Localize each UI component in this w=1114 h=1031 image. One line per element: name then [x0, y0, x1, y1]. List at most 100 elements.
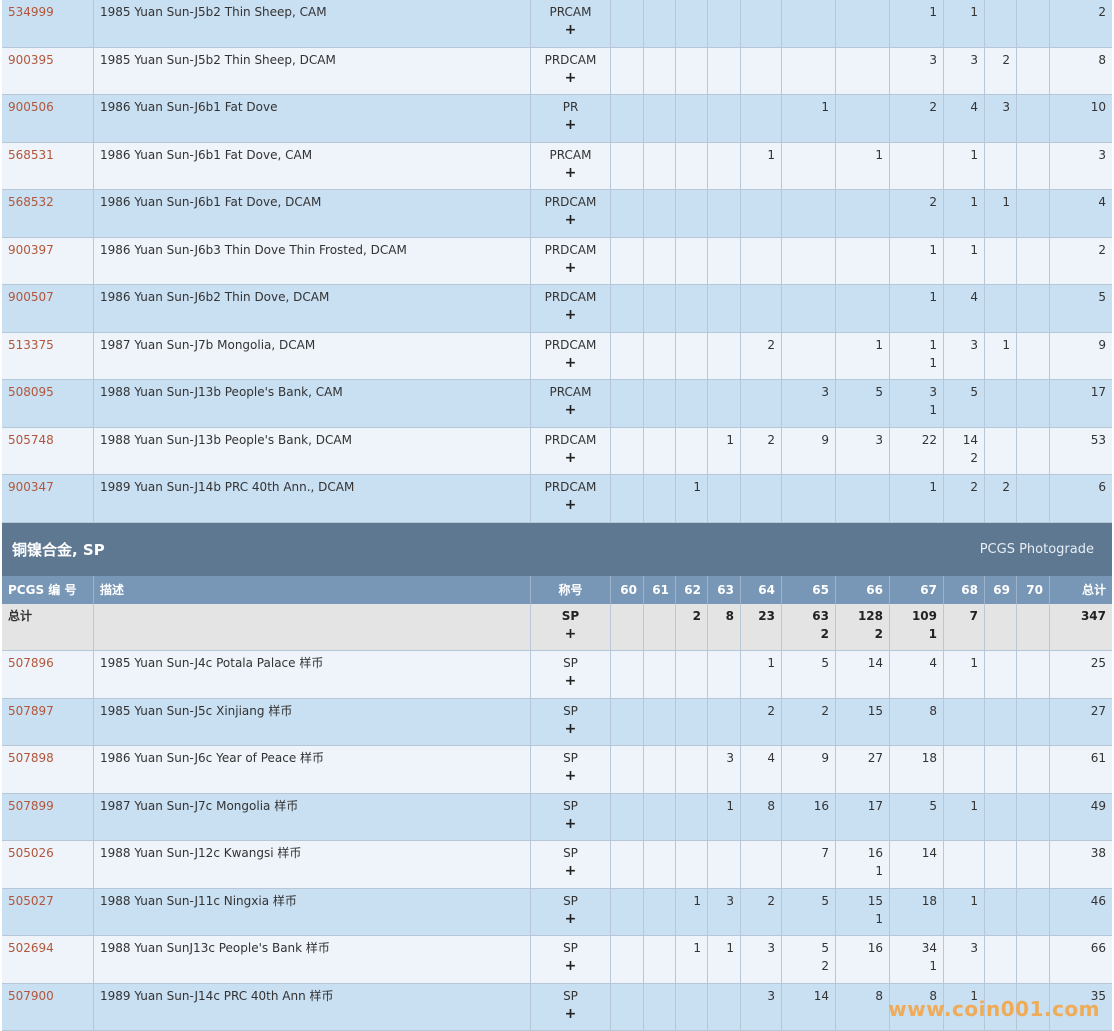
pcgs-number-link[interactable]: 507896	[2, 651, 94, 699]
grade-plus-count	[644, 451, 669, 465]
grade-plus-count	[1017, 817, 1043, 831]
grade-plus-count	[676, 722, 701, 736]
pcgs-number-link[interactable]: 900395	[2, 47, 94, 95]
pcgs-number-link[interactable]: 900347	[2, 475, 94, 523]
grade-plus-count	[836, 118, 883, 132]
designation-cell: SP +	[531, 698, 611, 746]
grade-plus-count	[708, 118, 734, 132]
expand-plus-icon[interactable]: +	[531, 498, 610, 512]
pcgs-number-link[interactable]: 568531	[2, 142, 94, 190]
photograde-link[interactable]: PCGS Photograde	[980, 542, 1094, 557]
grade-count	[644, 480, 669, 494]
expand-plus-icon[interactable]: +	[531, 71, 610, 85]
grade-plus-count	[741, 118, 775, 132]
grade-plus-count	[836, 23, 883, 37]
grade-cell-62	[676, 285, 708, 333]
pcgs-number-link[interactable]: 508095	[2, 380, 94, 428]
grade-plus-count	[611, 71, 637, 85]
expand-plus-icon[interactable]: +	[531, 118, 610, 132]
grade-plus-count	[741, 864, 775, 878]
grade-plus-count	[676, 451, 701, 465]
grade-count	[985, 704, 1010, 718]
grade-count: 3	[970, 52, 978, 67]
pcgs-number-link[interactable]: 505026	[2, 841, 94, 889]
grade-plus-count	[676, 864, 701, 878]
designation: SP	[563, 846, 578, 860]
expand-plus-icon[interactable]: +	[531, 722, 610, 736]
grade-plus-count	[611, 118, 637, 132]
grade-cell-62	[676, 0, 708, 48]
pcgs-number-link[interactable]: 513375	[2, 332, 94, 380]
expand-plus-icon[interactable]: +	[531, 23, 610, 37]
grade-cell-65	[782, 0, 836, 48]
pcgs-number-link[interactable]: 505027	[2, 888, 94, 936]
grade-count: 1	[693, 893, 701, 908]
expand-plus-icon[interactable]: +	[531, 674, 610, 688]
grade-count	[985, 846, 1010, 860]
pcgs-number-link[interactable]: 507900	[2, 983, 94, 1031]
grade-count: 1	[726, 941, 734, 955]
pcgs-number-link[interactable]: 900506	[2, 95, 94, 143]
grade-cell-62	[676, 698, 708, 746]
grade-count	[708, 480, 734, 494]
row-total: 25	[1050, 651, 1112, 699]
expand-plus-icon[interactable]: +	[531, 166, 610, 180]
expand-plus-icon[interactable]: +	[531, 1007, 610, 1021]
pcgs-number-link[interactable]: 507897	[2, 698, 94, 746]
pcgs-number-link[interactable]: 900507	[2, 285, 94, 333]
grade-plus-count	[708, 308, 734, 322]
grade-count: 4	[970, 100, 978, 114]
expand-plus-icon[interactable]: +	[531, 356, 610, 370]
pcgs-number-link[interactable]: 568532	[2, 190, 94, 238]
grade-count	[644, 148, 669, 162]
header-description[interactable]: 描述	[94, 575, 531, 604]
expand-plus-icon[interactable]: +	[531, 213, 610, 227]
grade-plus-count	[782, 71, 829, 85]
grade-count: 22	[921, 432, 937, 447]
grade-plus-count	[1017, 23, 1043, 37]
expand-plus-icon[interactable]: +	[531, 817, 610, 831]
expand-plus-icon[interactable]: +	[531, 403, 610, 417]
pcgs-number-link[interactable]: 534999	[2, 0, 94, 48]
grade-plus-count	[708, 864, 734, 878]
pcgs-number-link[interactable]: 507899	[2, 793, 94, 841]
grade-count	[782, 195, 829, 209]
grade-count: 1	[875, 147, 883, 162]
pcgs-number-link[interactable]: 900397	[2, 237, 94, 285]
grade-cell-69	[985, 380, 1017, 428]
pcgs-number-link[interactable]: 505748	[2, 427, 94, 475]
grade-cell-65: 3	[782, 380, 836, 428]
pcgs-number-link[interactable]: 507898	[2, 746, 94, 794]
grade-cell-65: 5	[782, 651, 836, 699]
grade-plus-count	[741, 261, 775, 275]
grade-count: 1	[929, 242, 937, 257]
grade-count: 1	[821, 100, 829, 114]
grade-cell-69	[985, 888, 1017, 936]
grade-plus-count: 1	[875, 911, 883, 926]
grade-cell-68: 3	[944, 936, 985, 984]
total-desc-empty	[94, 603, 531, 651]
header-grade-62: 62	[676, 575, 708, 604]
grade-count	[708, 100, 734, 114]
designation-cell: SP +	[531, 888, 611, 936]
coin-description: 1988 Yuan Sun-J13b People's Bank, CAM	[94, 380, 531, 428]
grade-plus-count	[611, 356, 637, 370]
header-pcgs-number[interactable]: PCGS 编 号	[2, 575, 94, 604]
row-total: 8	[1050, 48, 1112, 95]
pcgs-number-link[interactable]: 502694	[2, 936, 94, 984]
header-designation[interactable]: 称号	[531, 575, 611, 604]
expand-plus-icon[interactable]: +	[531, 261, 610, 275]
grade-count: 2	[767, 893, 775, 908]
expand-plus-icon[interactable]: +	[531, 912, 610, 926]
expand-plus-icon[interactable]: +	[531, 769, 610, 783]
grade-plus-count	[890, 118, 937, 132]
designation: SP	[563, 941, 578, 955]
grade-count: 14	[813, 988, 829, 1003]
grade-count: 3	[1002, 100, 1010, 114]
grade-plus-count	[890, 213, 937, 227]
expand-plus-icon[interactable]: +	[531, 864, 610, 878]
expand-plus-icon[interactable]: +	[531, 451, 610, 465]
expand-plus-icon[interactable]: +	[531, 959, 610, 973]
expand-plus-icon[interactable]: +	[531, 308, 610, 322]
expand-plus-icon[interactable]: +	[531, 627, 610, 641]
